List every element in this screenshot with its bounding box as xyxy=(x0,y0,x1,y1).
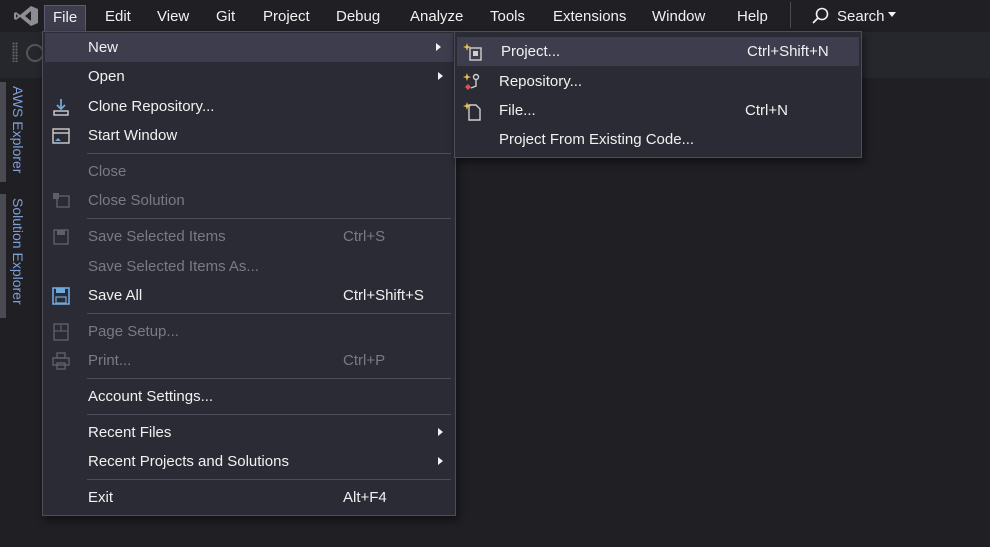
printer-icon xyxy=(52,352,70,370)
menu-item-save-all[interactable]: Save All Ctrl+Shift+S xyxy=(43,281,455,310)
menu-item-open[interactable]: Open xyxy=(43,62,455,91)
menu-item-shortcut: Ctrl+P xyxy=(343,352,386,369)
side-rail: AWS Explorer Solution Explorer xyxy=(0,78,34,547)
rail-tab-marker xyxy=(0,82,6,182)
toolbar-grip-icon[interactable] xyxy=(12,42,18,62)
file-menu: New Open Clone Repository... Start Windo… xyxy=(42,31,456,516)
menu-separator xyxy=(87,313,451,314)
close-solution-icon xyxy=(53,193,70,208)
menu-file[interactable]: File xyxy=(44,5,87,32)
chevron-right-icon xyxy=(436,43,441,51)
menu-extensions[interactable]: Extensions xyxy=(553,5,626,29)
menu-git[interactable]: Git xyxy=(216,5,235,29)
menu-item-close-solution[interactable]: Close Solution xyxy=(43,186,455,215)
menu-item-label: Close xyxy=(88,163,127,180)
menu-item-save-selected-items-as[interactable]: Save Selected Items As... xyxy=(43,252,455,281)
tab-aws-explorer[interactable]: AWS Explorer xyxy=(10,86,26,173)
save-icon xyxy=(53,229,69,245)
menu-debug[interactable]: Debug xyxy=(336,5,380,29)
submenu-item-project[interactable]: Project... Ctrl+Shift+N xyxy=(457,37,859,66)
menu-item-label: Save Selected Items As... xyxy=(88,258,259,275)
menu-item-label: New xyxy=(88,39,119,56)
menu-item-label: Save Selected Items xyxy=(88,228,226,245)
chevron-down-icon[interactable] xyxy=(888,12,896,17)
menu-window[interactable]: Window xyxy=(652,5,705,29)
submenu-item-file[interactable]: File... Ctrl+N xyxy=(455,96,861,125)
menu-item-recent-projects[interactable]: Recent Projects and Solutions xyxy=(43,447,455,476)
new-repository-icon xyxy=(463,73,480,90)
menu-item-label: Project From Existing Code... xyxy=(499,131,695,148)
page-setup-icon xyxy=(53,323,69,341)
menu-item-shortcut: Ctrl+S xyxy=(343,228,386,245)
chevron-right-icon xyxy=(438,72,443,80)
menu-item-label: Project... xyxy=(501,43,561,60)
menu-item-label: Print... xyxy=(88,352,132,369)
menu-item-exit[interactable]: Exit Alt+F4 xyxy=(43,483,455,512)
menu-bar: File Edit View Git Project Debug Analyze… xyxy=(0,0,990,32)
menu-item-print[interactable]: Print... Ctrl+P xyxy=(43,346,455,375)
menu-item-label: Exit xyxy=(88,489,114,506)
menu-item-label: Open xyxy=(88,68,125,85)
menu-item-label: Start Window xyxy=(88,127,178,144)
chevron-right-icon xyxy=(438,457,443,465)
new-project-icon xyxy=(463,43,482,61)
menu-separator xyxy=(87,479,451,480)
search-icon[interactable] xyxy=(810,6,830,26)
menu-separator xyxy=(87,414,451,415)
menu-item-recent-files[interactable]: Recent Files xyxy=(43,418,455,447)
menu-item-close[interactable]: Close xyxy=(43,157,455,186)
menu-item-save-selected-items[interactable]: Save Selected Items Ctrl+S xyxy=(43,222,455,251)
menu-analyze[interactable]: Analyze xyxy=(410,5,463,29)
menu-item-label: Page Setup... xyxy=(88,323,179,340)
menu-tools[interactable]: Tools xyxy=(490,5,525,29)
tab-solution-explorer[interactable]: Solution Explorer xyxy=(10,198,26,305)
menu-edit[interactable]: Edit xyxy=(105,5,131,29)
menu-item-page-setup[interactable]: Page Setup... xyxy=(43,317,455,346)
menu-item-label: Recent Projects and Solutions xyxy=(88,453,289,470)
menu-item-start-window[interactable]: Start Window xyxy=(43,121,455,150)
search-button[interactable]: Search xyxy=(837,5,885,29)
menu-item-shortcut: Ctrl+N xyxy=(745,102,788,119)
menu-item-label: Close Solution xyxy=(88,192,185,209)
download-icon xyxy=(53,99,69,116)
chevron-right-icon xyxy=(438,428,443,436)
menu-project[interactable]: Project xyxy=(263,5,310,29)
submenu-item-project-from-existing-code[interactable]: Project From Existing Code... xyxy=(455,125,861,154)
submenu-item-repository[interactable]: Repository... xyxy=(455,67,861,96)
menu-item-new[interactable]: New xyxy=(45,33,453,62)
menu-item-clone-repository[interactable]: Clone Repository... xyxy=(43,92,455,121)
menu-item-label: File... xyxy=(499,102,536,119)
rail-tab-marker xyxy=(0,194,6,318)
menubar-divider xyxy=(790,2,791,28)
menu-view[interactable]: View xyxy=(157,5,189,29)
menu-item-label: Recent Files xyxy=(88,424,172,441)
menu-item-label: Save All xyxy=(88,287,143,304)
visual-studio-logo-icon[interactable] xyxy=(12,4,40,28)
new-file-icon xyxy=(463,102,481,121)
menu-item-label: Account Settings... xyxy=(88,388,214,405)
menu-help[interactable]: Help xyxy=(737,5,768,29)
menu-item-label: Clone Repository... xyxy=(88,98,215,115)
menu-item-label: Repository... xyxy=(499,73,583,90)
menu-separator xyxy=(87,378,451,379)
menu-item-shortcut: Ctrl+Shift+S xyxy=(343,287,424,304)
save-all-icon xyxy=(52,287,70,305)
menu-item-shortcut: Ctrl+Shift+N xyxy=(747,43,829,60)
new-submenu: Project... Ctrl+Shift+N Repository... Fi… xyxy=(454,31,862,158)
menu-item-shortcut: Alt+F4 xyxy=(343,489,387,506)
start-window-icon xyxy=(52,128,70,144)
menu-item-account-settings[interactable]: Account Settings... xyxy=(43,382,455,411)
menu-separator xyxy=(87,218,451,219)
menu-separator xyxy=(87,153,451,154)
